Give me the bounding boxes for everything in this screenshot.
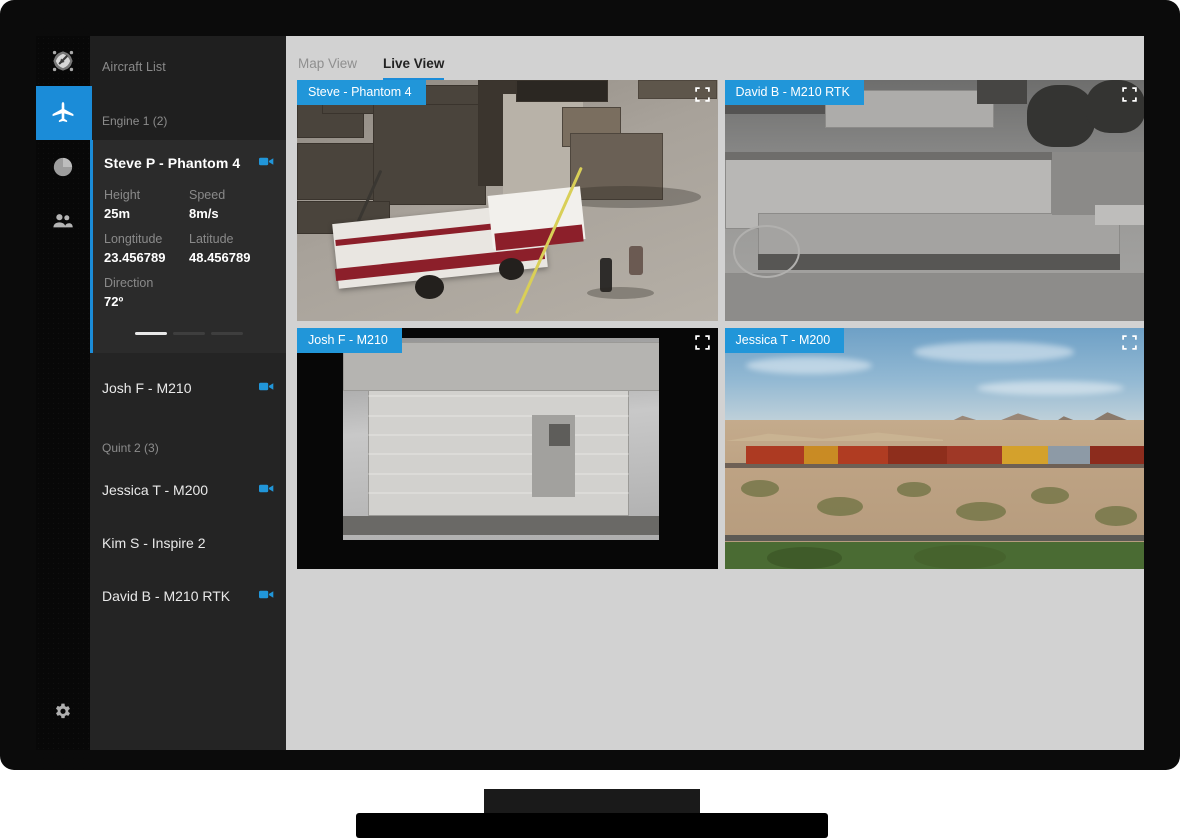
group-label-quint2: Quint 2 (3) xyxy=(90,415,286,463)
video-frame xyxy=(297,80,718,321)
stat-row-1: Height 25m Speed 8m/s xyxy=(104,188,274,221)
drone-name: Josh F - M210 xyxy=(102,380,191,396)
video-camera-icon[interactable] xyxy=(259,587,274,605)
live-view-grid: Steve - Phantom 4 xyxy=(286,80,1144,569)
video-tile-david-m210rtk[interactable]: David B - M210 RTK xyxy=(725,80,1145,321)
drone-card-header: Steve P - Phantom 4 xyxy=(104,154,274,172)
tile-label: Steve - Phantom 4 xyxy=(297,80,426,105)
stat-value-direction: 72º xyxy=(104,294,189,309)
drone-card-selected[interactable]: Steve P - Phantom 4 Height 25m xyxy=(90,140,286,353)
monitor-stand-neck xyxy=(484,789,700,815)
tile-label: Jessica T - M200 xyxy=(725,328,845,353)
drone-name: Jessica T - M200 xyxy=(102,482,208,498)
video-frame xyxy=(725,80,1145,321)
stat-latitude: Latitude 48.456789 xyxy=(189,232,274,265)
stat-label-speed: Speed xyxy=(189,188,274,202)
video-camera-icon[interactable] xyxy=(259,481,274,499)
stat-height: Height 25m xyxy=(104,188,189,221)
video-tile-josh-m210[interactable]: Josh F - M210 xyxy=(297,328,718,569)
drone-logo-icon xyxy=(48,46,78,76)
main-content: Map View Live View xyxy=(286,36,1144,750)
fullscreen-icon[interactable] xyxy=(695,87,710,107)
airplane-icon xyxy=(50,100,76,126)
list-item-kim-s[interactable]: Kim S - Inspire 2 xyxy=(90,517,286,569)
monitor-stand-base xyxy=(356,813,828,838)
card-pagination[interactable] xyxy=(104,320,274,345)
tile-label: David B - M210 RTK xyxy=(725,80,864,105)
pagination-dot-3[interactable] xyxy=(211,332,243,335)
panel-title-spacer xyxy=(90,74,286,104)
stat-value-height: 25m xyxy=(104,206,189,221)
drone-name: Steve P - Phantom 4 xyxy=(104,155,240,171)
sidebar-item-aircraft[interactable] xyxy=(36,86,90,140)
stat-longitude: Longtitude 23.456789 xyxy=(104,232,189,265)
video-frame xyxy=(725,328,1145,569)
stat-direction: Direction 72º xyxy=(104,276,189,309)
stat-spacer xyxy=(189,276,274,309)
drone-stats: Height 25m Speed 8m/s Longtitude 23.4567… xyxy=(104,188,274,309)
video-tile-steve-phantom4[interactable]: Steve - Phantom 4 xyxy=(297,80,718,321)
screen: Aircraft List Engine 1 (2) Steve P - Pha… xyxy=(36,36,1144,750)
pie-chart-icon xyxy=(52,156,74,178)
tab-map-view[interactable]: Map View xyxy=(298,56,357,80)
tab-live-view[interactable]: Live View xyxy=(383,56,444,80)
list-item-jessica-t[interactable]: Jessica T - M200 xyxy=(90,463,286,517)
stat-value-latitude: 48.456789 xyxy=(189,250,274,265)
stat-label-direction: Direction xyxy=(104,276,189,290)
sidebar-item-analytics[interactable] xyxy=(36,140,90,194)
stat-speed: Speed 8m/s xyxy=(189,188,274,221)
panel-title: Aircraft List xyxy=(90,36,286,74)
pagination-dot-1[interactable] xyxy=(135,332,167,335)
sidebar-item-team[interactable] xyxy=(36,194,90,248)
fullscreen-icon[interactable] xyxy=(695,335,710,355)
group-label-engine1: Engine 1 (2) xyxy=(90,104,286,140)
video-tile-jessica-m200[interactable]: Jessica T - M200 xyxy=(725,328,1145,569)
drone-name: David B - M210 RTK xyxy=(102,588,230,604)
video-camera-icon[interactable] xyxy=(259,379,274,397)
stat-value-longitude: 23.456789 xyxy=(104,250,189,265)
stat-label-longitude: Longtitude xyxy=(104,232,189,246)
stat-row-2: Longtitude 23.456789 Latitude 48.456789 xyxy=(104,232,274,265)
gear-icon xyxy=(53,701,73,721)
stat-row-3: Direction 72º xyxy=(104,276,274,309)
video-camera-icon[interactable] xyxy=(259,154,274,172)
icon-rail xyxy=(36,36,90,750)
list-item-josh-f[interactable]: Josh F - M210 xyxy=(90,353,286,415)
stat-label-latitude: Latitude xyxy=(189,232,274,246)
app-logo[interactable] xyxy=(36,36,90,86)
video-frame xyxy=(297,328,718,569)
settings-button[interactable] xyxy=(36,684,90,738)
fullscreen-icon[interactable] xyxy=(1122,335,1137,355)
view-tabs: Map View Live View xyxy=(286,36,1144,80)
people-icon xyxy=(51,209,75,233)
stat-label-height: Height xyxy=(104,188,189,202)
list-item-david-b[interactable]: David B - M210 RTK xyxy=(90,569,286,623)
monitor-frame: Aircraft List Engine 1 (2) Steve P - Pha… xyxy=(0,0,1180,770)
pagination-dot-2[interactable] xyxy=(173,332,205,335)
drone-name: Kim S - Inspire 2 xyxy=(102,535,205,551)
stat-value-speed: 8m/s xyxy=(189,206,274,221)
aircraft-panel: Aircraft List Engine 1 (2) Steve P - Pha… xyxy=(90,36,286,750)
fullscreen-icon[interactable] xyxy=(1122,87,1137,107)
tile-label: Josh F - M210 xyxy=(297,328,402,353)
